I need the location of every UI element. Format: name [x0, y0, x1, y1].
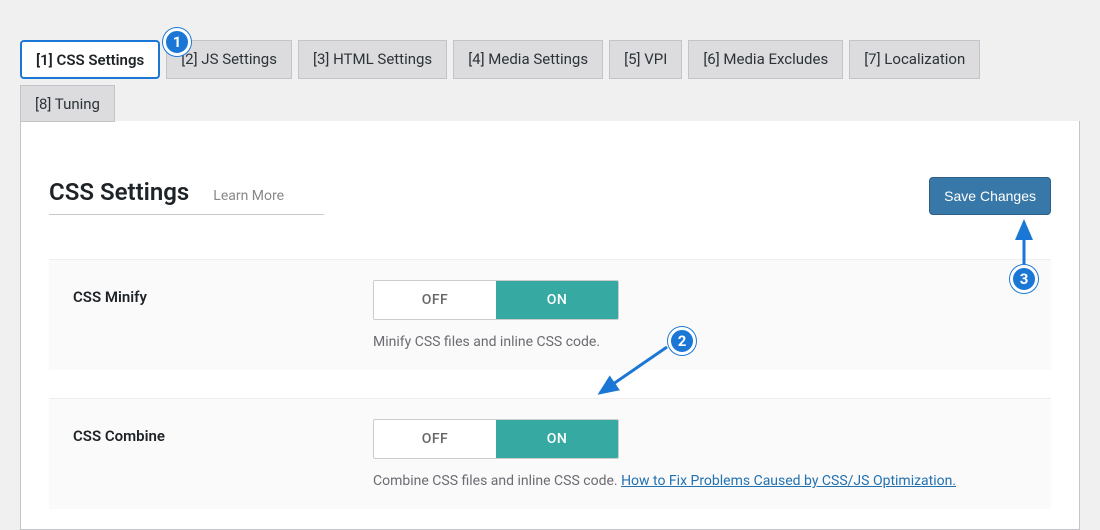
panel-title-group: CSS Settings Learn More	[49, 178, 324, 215]
toggle-off[interactable]: OFF	[374, 420, 496, 458]
tab-tuning[interactable]: [8] Tuning	[20, 85, 115, 122]
setting-desc: Minify CSS files and inline CSS code.	[373, 334, 1051, 350]
tab-vpi[interactable]: [5] VPI	[609, 40, 682, 79]
toggle-on[interactable]: ON	[496, 420, 618, 458]
optimization-help-link[interactable]: How to Fix Problems Caused by CSS/JS Opt…	[621, 473, 956, 489]
annotation-badge-3: 3	[1010, 265, 1038, 293]
setting-desc-text: Combine CSS files and inline CSS code.	[373, 473, 621, 489]
tab-media-excludes[interactable]: [6] Media Excludes	[688, 40, 843, 79]
setting-row-css-combine: CSS Combine OFF ON Combine CSS files and…	[49, 398, 1051, 509]
main-panel: CSS Settings Learn More Save Changes CSS…	[20, 121, 1080, 530]
setting-row-css-minify: CSS Minify OFF ON Minify CSS files and i…	[49, 259, 1051, 370]
panel-title: CSS Settings	[49, 178, 189, 206]
setting-label: CSS Minify	[73, 280, 373, 306]
toggle-on[interactable]: ON	[496, 281, 618, 319]
setting-desc: Combine CSS files and inline CSS code. H…	[373, 473, 1051, 489]
annotation-badge-1: 1	[163, 28, 191, 56]
tab-media-settings[interactable]: [4] Media Settings	[453, 40, 603, 79]
toggle-css-combine[interactable]: OFF ON	[373, 419, 619, 459]
learn-more-link[interactable]: Learn More	[213, 188, 284, 204]
toggle-css-minify[interactable]: OFF ON	[373, 280, 619, 320]
tab-localization[interactable]: [7] Localization	[849, 40, 980, 79]
toggle-off[interactable]: OFF	[374, 281, 496, 319]
tab-css-settings[interactable]: [1] CSS Settings	[20, 40, 160, 79]
tab-html-settings[interactable]: [3] HTML Settings	[298, 40, 447, 79]
save-changes-button[interactable]: Save Changes	[929, 177, 1051, 215]
setting-label: CSS Combine	[73, 419, 373, 445]
annotation-badge-2: 2	[668, 327, 696, 355]
